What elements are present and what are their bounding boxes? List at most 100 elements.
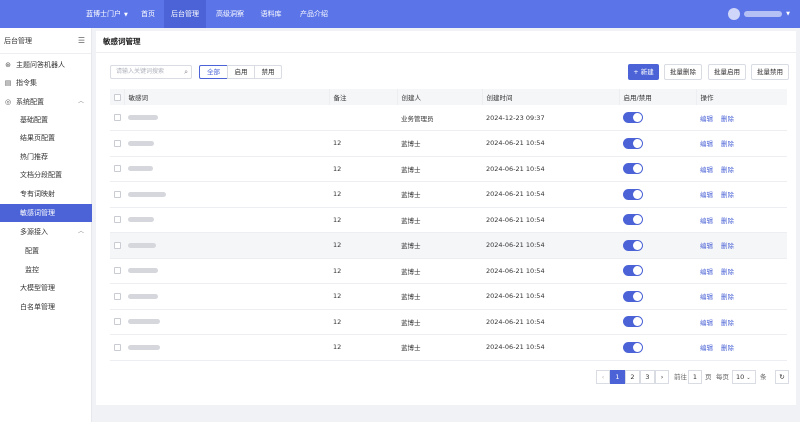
edit-link[interactable]: 编辑 [700,319,713,327]
enable-toggle[interactable] [623,316,643,328]
enable-toggle[interactable] [623,137,643,149]
user-menu[interactable]: ▼ [728,7,790,21]
edit-link[interactable]: 编辑 [700,166,713,174]
row-checkbox[interactable] [114,139,121,147]
enable-toggle[interactable] [623,214,643,226]
sidebar-item-sensitive-words[interactable]: 敏感词管理 [0,204,92,222]
nav-admin[interactable]: 后台管理 [164,0,206,28]
delete-link[interactable]: 删除 [721,293,734,301]
collapse-menu-icon[interactable]: ☰ [78,28,85,54]
sidebar-item-whitelist[interactable]: 白名单管理 [0,298,92,316]
row-checkbox[interactable] [114,267,121,275]
actions-cell: 编辑 删除 [696,207,787,233]
nav-product[interactable]: 产品介绍 [298,0,330,28]
refresh-button[interactable]: ↻ [775,370,789,384]
column-header: 操作 [696,89,787,105]
word-cell [124,105,329,131]
sidebar-item-robot[interactable]: ⊛ 主题问答机器人 [0,56,92,74]
add-button[interactable]: + 新建 [628,64,659,80]
sidebar-item-source-config[interactable]: 配置 [0,242,92,260]
nav-insight[interactable]: 高级洞察 [212,0,248,28]
enable-toggle[interactable] [623,290,643,302]
table-row: 12 蓝博士 2024-06-21 10:54 编辑 删除 [110,207,787,233]
filter-disabled[interactable]: 禁用 [254,65,282,79]
delete-link[interactable]: 删除 [721,166,734,174]
next-page-button[interactable]: › [655,370,669,384]
column-header: 敏感词 [124,89,330,105]
edit-link[interactable]: 编辑 [700,242,713,250]
page-1-button[interactable]: 1 [610,370,625,384]
delete-link[interactable]: 删除 [721,191,734,199]
batch-enable-button[interactable]: 批量启用 [708,64,746,80]
delete-link[interactable]: 删除 [721,217,734,225]
edit-link[interactable]: 编辑 [700,140,713,148]
page-title: 敏感词管理 [96,31,796,53]
edit-link[interactable]: 编辑 [700,293,713,301]
row-checkbox[interactable] [114,190,121,198]
sidebar-item-system-config[interactable]: ◎ 系统配置 ︿ [0,93,92,111]
sidebar-item-label: 结果页配置 [20,134,55,142]
per-page-select[interactable]: 10 ⌄ [732,370,756,384]
edit-link[interactable]: 编辑 [700,344,713,352]
batch-disable-button[interactable]: 批量禁用 [751,64,789,80]
sidebar-item-result-page-config[interactable]: 结果页配置 [0,129,92,147]
delete-link[interactable]: 删除 [721,268,734,276]
enable-toggle[interactable] [623,112,643,123]
refresh-icon: ↻ [779,373,785,381]
toggle-cell [619,309,696,335]
goto-prefix: 前往 [674,373,687,381]
sidebar-item-monitor[interactable]: 监控 [0,261,92,279]
row-select-cell [110,334,124,361]
remark-cell: 12 [329,130,397,157]
row-select-cell [110,105,124,131]
sidebar-item-hot-recommend[interactable]: 热门推荐 [0,148,92,166]
sidebar-item-basic-config[interactable]: 基础配置 [0,111,92,129]
delete-link[interactable]: 删除 [721,242,734,250]
row-checkbox[interactable] [114,114,121,121]
nav-insight-label: 高级洞察 [216,10,244,18]
nav-corpus[interactable]: 语料库 [256,0,286,28]
edit-link[interactable]: 编辑 [700,115,713,123]
prev-page-button[interactable]: ‹ [596,370,610,384]
enable-toggle[interactable] [623,239,643,251]
row-checkbox[interactable] [114,318,121,326]
select-all-checkbox[interactable] [114,93,121,101]
filter-all[interactable]: 全部 [199,65,228,79]
delete-link[interactable]: 删除 [721,344,734,352]
filter-enabled[interactable]: 启用 [227,65,255,79]
sidebar-item-llm-manage[interactable]: 大模型管理 [0,279,92,297]
row-checkbox[interactable] [114,241,121,249]
nav-home[interactable]: 首页 [136,0,160,28]
batch-delete-button[interactable]: 批量删除 [664,64,702,80]
portal-menu[interactable]: 蓝博士门户 ▼ [86,0,128,28]
goto-page-input[interactable]: 1 [688,370,702,384]
remark-cell [329,105,397,131]
sidebar-item-multi-source[interactable]: 多源接入 ︿ [0,223,92,241]
row-checkbox[interactable] [114,292,121,300]
sidebar-item-label: 系统配置 [16,98,44,106]
remark-cell: 12 [329,232,397,259]
sidebar-item-doc-segment-config[interactable]: 文档分段配置 [0,166,92,184]
row-select-cell [110,130,124,157]
row-checkbox[interactable] [114,343,121,351]
page-2-button[interactable]: 2 [625,370,640,384]
search-input[interactable]: 请输入关键词搜索 ⌕ [110,65,192,79]
enable-toggle[interactable] [623,341,643,353]
delete-link[interactable]: 删除 [721,115,734,123]
page-3-button[interactable]: 3 [640,370,655,384]
enable-toggle[interactable] [623,265,643,277]
delete-link[interactable]: 删除 [721,140,734,148]
row-checkbox[interactable] [114,216,121,224]
enable-toggle[interactable] [623,163,643,175]
enable-toggle[interactable] [623,188,643,200]
edit-link[interactable]: 编辑 [700,191,713,199]
delete-link[interactable]: 删除 [721,319,734,327]
per-page-prefix: 每页 [716,373,729,381]
sidebar-item-instructions[interactable]: ▤ 指令集 [0,74,92,92]
edit-link[interactable]: 编辑 [700,217,713,225]
toggle-cell [619,334,696,361]
row-checkbox[interactable] [114,165,121,173]
sidebar-item-term-mapping[interactable]: 专有词映射 [0,185,92,203]
edit-link[interactable]: 编辑 [700,268,713,276]
settings-icon: ◎ [4,98,12,106]
